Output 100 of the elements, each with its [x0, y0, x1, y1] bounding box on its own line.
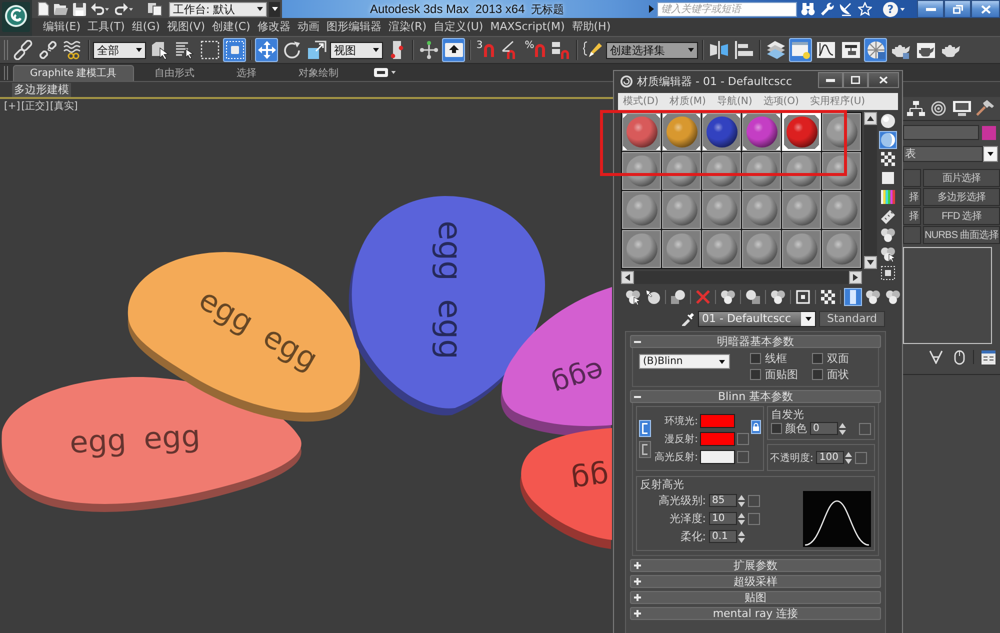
ribbon-tab[interactable]: Graphite 建模工具: [13, 65, 134, 81]
checkbox[interactable]: [750, 353, 761, 364]
menu-item[interactable]: 视图(V): [166, 20, 206, 34]
minimize-button[interactable]: [818, 72, 843, 88]
sample-option-button[interactable]: [879, 226, 897, 244]
redo-button[interactable]: [113, 1, 135, 17]
sample-option-button[interactable]: [879, 150, 897, 168]
toolbar-dropdown[interactable]: 视图: [330, 42, 383, 58]
star-button[interactable]: [857, 1, 873, 17]
toolbar-button[interactable]: %: [524, 38, 547, 62]
workspace-dropdown[interactable]: 工作台: 默认: [169, 2, 267, 16]
color-swatch[interactable]: [700, 414, 735, 428]
toolbar-dropdown[interactable]: 全部: [93, 42, 146, 58]
sample-option-button[interactable]: [879, 264, 897, 282]
sample-option-button[interactable]: [879, 169, 897, 187]
modifier-stack-list[interactable]: [903, 247, 992, 344]
undo-button[interactable]: [89, 1, 111, 17]
scroll-down-button[interactable]: [864, 256, 877, 269]
help-button[interactable]: ?: [883, 2, 898, 16]
rollout-header[interactable]: 明暗器基本参数: [630, 335, 881, 348]
material-tool-button[interactable]: [744, 288, 762, 306]
menu-item[interactable]: 动画: [297, 20, 320, 34]
rollout-header[interactable]: 超级采样: [630, 575, 881, 588]
dropdown-arrow-button[interactable]: [983, 146, 998, 162]
ribbon-options-button[interactable]: [374, 68, 396, 77]
ribbon-tab[interactable]: 对象绘制: [278, 65, 360, 81]
menu-item[interactable]: 图形编辑器: [326, 20, 382, 34]
toolbar-button[interactable]: [198, 38, 221, 62]
material-tool-button[interactable]: [624, 288, 642, 306]
object-name-field[interactable]: [903, 125, 979, 140]
toolbar-button[interactable]: 3: [474, 38, 497, 62]
material-tool-button[interactable]: [769, 288, 787, 306]
modifier-button[interactable]: 多边形选择: [923, 188, 1000, 206]
spinner-field[interactable]: 85: [709, 494, 737, 507]
scroll-up-button[interactable]: [864, 112, 877, 125]
shader-dropdown[interactable]: (B)Blinn: [639, 354, 730, 369]
toolbar-button[interactable]: [442, 38, 465, 62]
spinner-field[interactable]: 100: [816, 451, 844, 464]
display-tab[interactable]: [951, 99, 972, 117]
menu-item[interactable]: 创建(C): [212, 20, 250, 34]
ribbon-tab[interactable]: 选择: [216, 65, 278, 81]
wrench-button[interactable]: [819, 1, 835, 17]
spinner-field[interactable]: 0.1: [709, 530, 737, 543]
restore-button[interactable]: [944, 0, 971, 18]
material-tool-button[interactable]: [884, 288, 902, 306]
ribbon-tab[interactable]: 自由形式: [134, 65, 216, 81]
close-button[interactable]: [868, 72, 899, 88]
material-name-dropdown[interactable]: 01 - Defaultcscc: [698, 311, 816, 327]
color-lock-button[interactable]: [639, 440, 651, 458]
viewport-label[interactable]: [正交]: [21, 101, 49, 113]
toolbar-button[interactable]: [305, 38, 328, 62]
hierarchy-tab[interactable]: [905, 99, 926, 117]
map-lock-button[interactable]: [751, 420, 761, 434]
maximize-button[interactable]: [843, 72, 868, 88]
menu-item[interactable]: 编辑(E): [43, 20, 81, 34]
toolbar-button[interactable]: [707, 38, 730, 62]
modifier-button[interactable]: 面片选择: [923, 169, 1000, 187]
sample-option-button[interactable]: [879, 112, 897, 130]
material-type-button[interactable]: Standard: [819, 311, 885, 327]
sample-option-button[interactable]: [879, 207, 897, 225]
menu-item[interactable]: 导航(N): [716, 95, 752, 108]
object-color-swatch[interactable]: [982, 126, 996, 140]
menu-item[interactable]: 自定义(U): [434, 20, 484, 34]
close-button[interactable]: [971, 0, 1000, 18]
utilities-tab[interactable]: [974, 99, 995, 117]
eyedropper-button[interactable]: [680, 311, 695, 327]
menu-item[interactable]: 组(G): [132, 20, 160, 34]
spinner-field[interactable]: 10: [709, 512, 737, 525]
menu-item[interactable]: 选项(O): [763, 95, 799, 108]
menu-item[interactable]: 帮助(H): [572, 20, 611, 34]
satellite-dish-button[interactable]: [838, 1, 854, 17]
rollout-header[interactable]: 贴图: [630, 591, 881, 604]
material-tool-button[interactable]: [794, 288, 812, 306]
menu-item[interactable]: 修改器: [257, 20, 290, 34]
sample-option-button[interactable]: [879, 188, 897, 206]
save-button[interactable]: [71, 1, 87, 17]
material-tool-button[interactable]: [719, 288, 737, 306]
material-tool-button[interactable]: [864, 288, 882, 306]
toolbar-button[interactable]: [11, 38, 34, 62]
modifier-button[interactable]: 择: [903, 207, 921, 225]
toolbar-button[interactable]: [417, 38, 440, 62]
project-button[interactable]: [147, 1, 163, 17]
modifier-button[interactable]: 择: [903, 188, 921, 206]
modifier-list-dropdown[interactable]: 表: [903, 146, 983, 162]
rollout-header[interactable]: mental ray 连接: [630, 607, 881, 620]
checkbox[interactable]: [812, 353, 823, 364]
checkbox[interactable]: [771, 423, 782, 434]
menu-item[interactable]: 渲染(R): [388, 20, 427, 34]
material-tool-button[interactable]: [644, 288, 662, 306]
viewport-label[interactable]: [+]: [4, 101, 20, 113]
quick-access-menu-button[interactable]: [269, 2, 280, 16]
spinner-field[interactable]: 0: [810, 422, 838, 435]
checkbox[interactable]: [750, 369, 761, 380]
new-file-button[interactable]: [35, 1, 51, 17]
scroll-right-button[interactable]: [849, 271, 862, 284]
color-swatch[interactable]: [700, 432, 735, 446]
menu-item[interactable]: 模式(D): [623, 95, 659, 108]
sample-option-button[interactable]: [879, 245, 897, 263]
configure-sets-button[interactable]: [979, 348, 997, 366]
pin-stack-button[interactable]: [927, 348, 945, 366]
